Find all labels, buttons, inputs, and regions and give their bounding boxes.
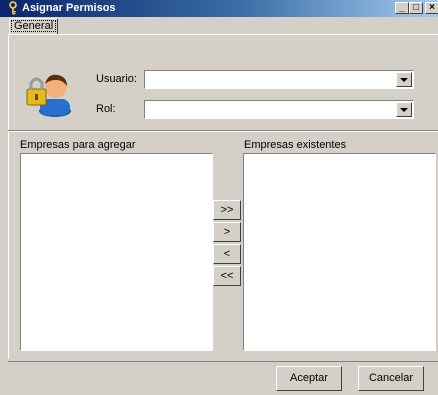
tab-general[interactable]: General (9, 18, 59, 34)
add-one-button[interactable]: > (213, 222, 241, 242)
empresas-agregar-list[interactable] (20, 153, 213, 351)
user-lock-icon (24, 67, 74, 117)
close-button[interactable]: × (425, 2, 438, 14)
add-all-button[interactable]: >> (213, 200, 241, 220)
separator (8, 130, 438, 132)
accept-button[interactable]: Aceptar (276, 366, 342, 391)
empresas-existentes-label: Empresas existentes (244, 139, 347, 151)
maximize-button[interactable]: □ (409, 2, 423, 14)
minimize-button[interactable]: _ (395, 2, 409, 14)
chevron-down-icon[interactable] (396, 102, 412, 117)
rol-label: Rol: (96, 103, 116, 115)
tab-strip: General (0, 17, 438, 35)
cancel-button[interactable]: Cancelar (358, 366, 424, 391)
usuario-select[interactable] (144, 70, 414, 89)
rol-select[interactable] (144, 100, 414, 119)
empresas-agregar-label: Empresas para agregar (20, 139, 136, 151)
remove-one-button[interactable]: < (213, 244, 241, 264)
remove-all-button[interactable]: << (213, 266, 241, 286)
key-icon (8, 1, 18, 15)
chevron-down-icon[interactable] (396, 72, 412, 87)
window-title: Asignar Permisos (22, 2, 116, 14)
title-bar[interactable]: Asignar Permisos _ □ × (0, 0, 438, 17)
empresas-existentes-list[interactable] (243, 153, 436, 351)
usuario-label: Usuario: (96, 73, 137, 85)
